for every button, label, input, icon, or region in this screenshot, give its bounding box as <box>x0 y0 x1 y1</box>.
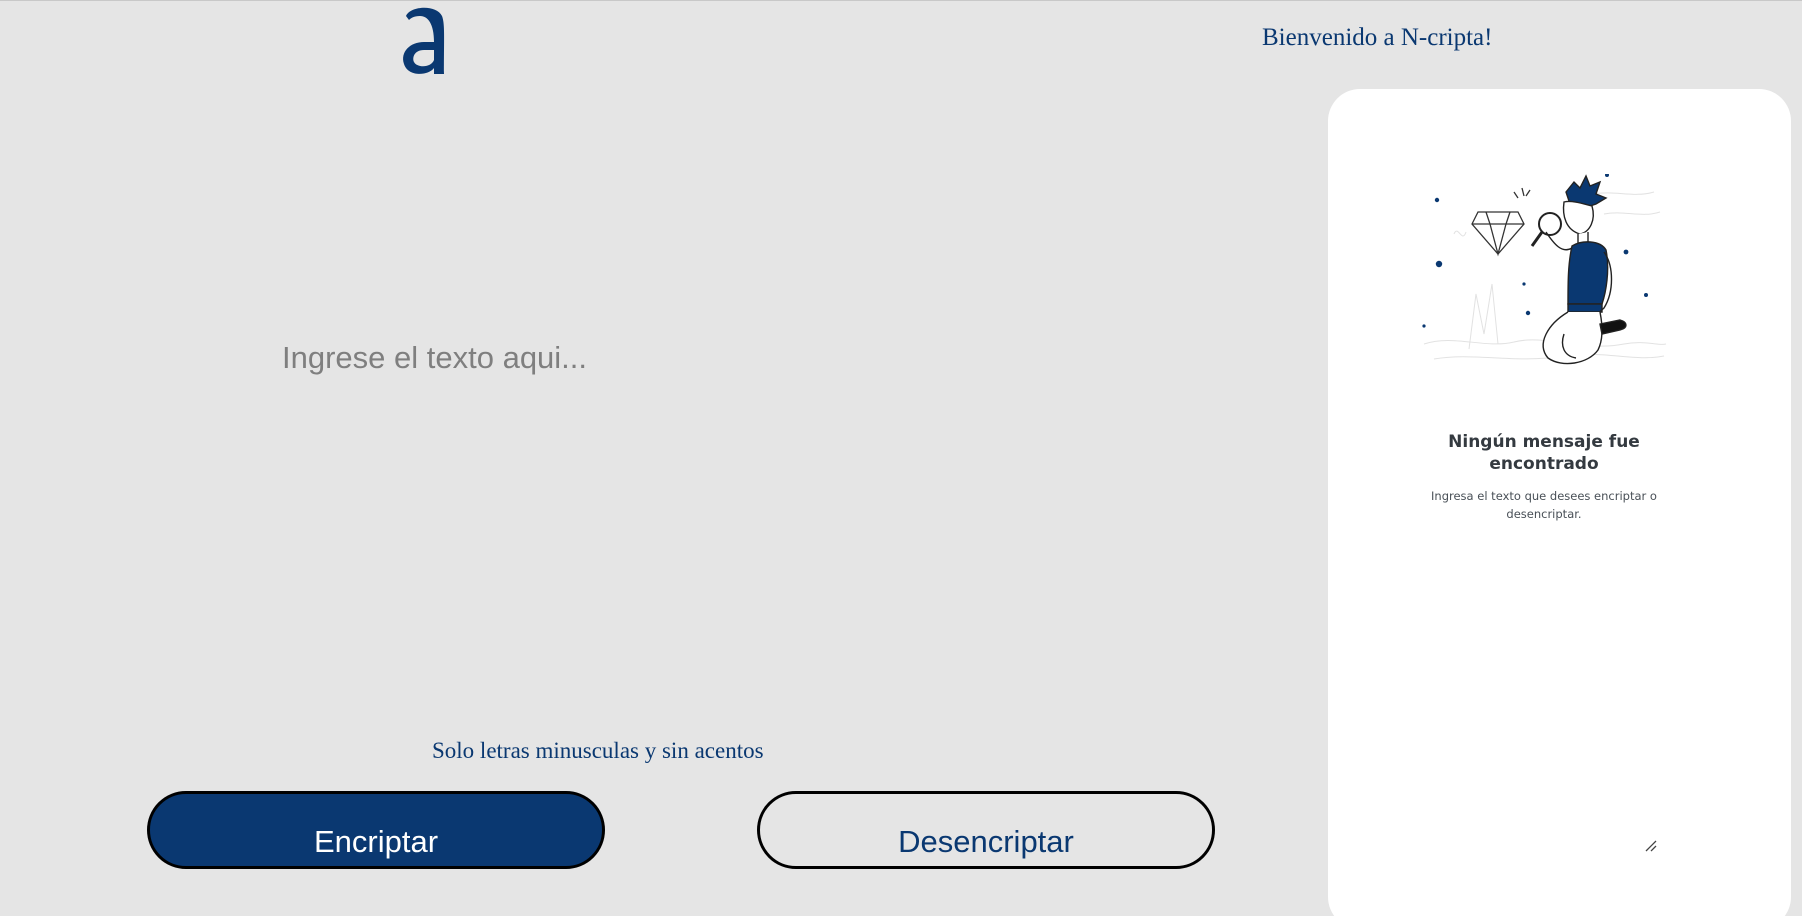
encrypt-button[interactable]: Encriptar <box>147 791 605 869</box>
input-hint: Solo letras minusculas y sin acentos <box>432 738 764 763</box>
empty-title-line: Ningún mensaje fue <box>1448 432 1640 452</box>
resize-handle-icon[interactable] <box>1644 839 1658 853</box>
decrypt-button[interactable]: Desencriptar <box>757 791 1215 869</box>
text-input[interactable] <box>282 340 1182 700</box>
empty-title: Ningún mensaje fue encontrado <box>1328 431 1760 475</box>
person-with-magnifying-glass-icon <box>1422 174 1667 365</box>
empty-subtitle-line: Ingresa el texto que desees encriptar o <box>1431 489 1657 503</box>
empty-title-line: encontrado <box>1489 454 1599 474</box>
output-panel[interactable]: Ningún mensaje fue encontrado Ingresa el… <box>1328 89 1791 916</box>
top-border <box>0 0 1802 1</box>
empty-subtitle-line: desencriptar. <box>1506 507 1582 521</box>
welcome-text: Bienvenido a N-cripta! <box>1262 24 1493 51</box>
empty-subtitle: Ingresa el texto que desees encriptar o … <box>1328 487 1760 523</box>
alura-logo-icon <box>403 7 445 74</box>
